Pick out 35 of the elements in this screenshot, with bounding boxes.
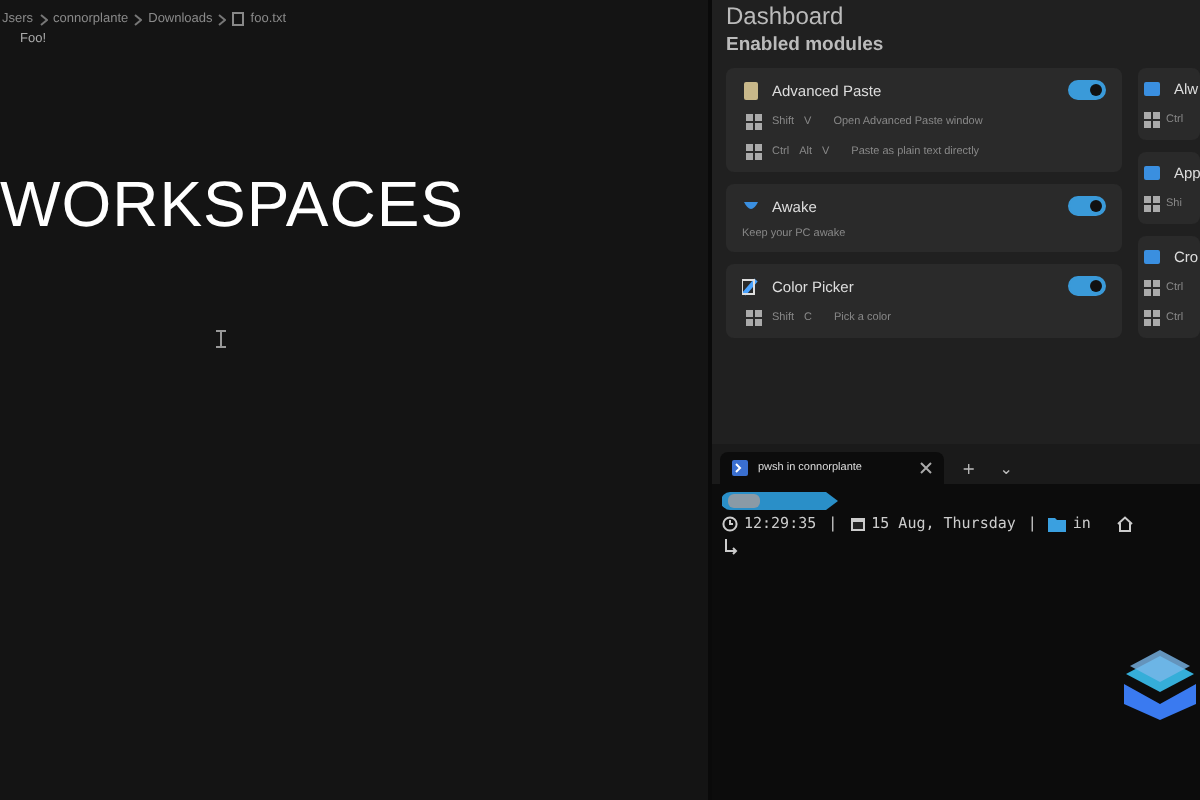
windows-key-icon [1144,310,1160,326]
module-icon [742,197,760,215]
layered-stack-logo-icon [1120,644,1200,720]
windows-key-icon [746,144,762,160]
toggle-switch[interactable] [1068,80,1106,100]
chevron-icon [39,13,48,25]
chevron-icon [218,13,227,25]
clock-icon [722,515,738,531]
toggle-switch[interactable] [1068,276,1106,296]
home-icon [1116,515,1135,531]
calendar-icon [849,515,866,531]
close-icon [920,462,932,474]
folder-icon [1048,515,1067,531]
windows-key-icon [1144,196,1160,212]
module-icon [1144,80,1162,98]
page-title: Dashboard [726,2,846,30]
toggle-switch[interactable] [1068,196,1106,216]
dropdown-button[interactable]: ⌄ [993,459,1019,477]
module-icon [742,81,760,99]
new-tab-button[interactable]: + [956,459,982,477]
terminal-icon [732,460,748,476]
heading-text: WORKSPACES [0,168,466,242]
module-icon [742,277,760,295]
chevron-icon [134,13,143,25]
prompt-arrow-icon [722,538,740,556]
prompt-segment-icon [722,492,842,510]
file-icon [232,12,245,26]
windows-key-icon [746,310,762,326]
section-title: Enabled modules [726,34,886,56]
module-icon [1144,164,1162,182]
module-icon [1144,248,1162,266]
windows-key-icon [1144,280,1160,296]
windows-key-icon [1144,112,1160,128]
windows-key-icon [746,114,762,130]
text-cursor-icon [216,330,226,348]
